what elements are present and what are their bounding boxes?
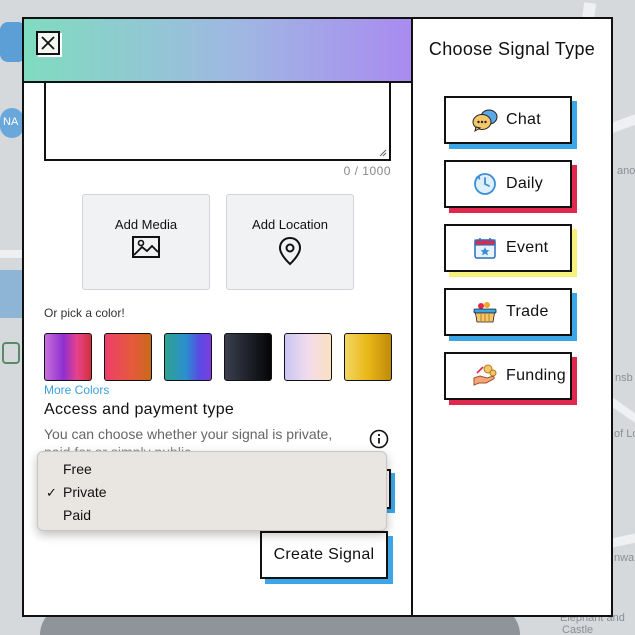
map-label: nwa: [614, 552, 635, 564]
signal-type-label: Event: [506, 239, 549, 256]
color-swatch-purple-red[interactable]: [44, 333, 92, 381]
dropdown-option-paid[interactable]: Paid: [38, 504, 386, 527]
signal-type-trade-button[interactable]: Trade: [444, 288, 572, 336]
signal-form-pane: It's nice to make new friends :) 0 / 100…: [24, 19, 413, 615]
pick-color-label: Or pick a color!: [44, 306, 125, 320]
dropdown-option-free[interactable]: Free: [38, 458, 386, 481]
create-signal-button[interactable]: Create Signal: [260, 531, 388, 579]
modal-header-gradient: [24, 19, 411, 83]
dropdown-option-label: Private: [63, 484, 107, 500]
color-swatch-pink-orange[interactable]: [104, 333, 152, 381]
map-label: nsb: [615, 372, 633, 384]
signal-type-chat-button[interactable]: Chat: [444, 96, 572, 144]
color-swatch-pastel[interactable]: [284, 333, 332, 381]
clock-refresh-icon: [472, 171, 498, 197]
access-payment-title: Access and payment type: [44, 401, 235, 418]
signal-type-daily-button[interactable]: Daily: [444, 160, 572, 208]
close-icon: [41, 36, 55, 50]
message-textarea-wrapper: It's nice to make new friends :): [44, 61, 391, 161]
signal-type-label: Daily: [506, 175, 544, 192]
hand-coins-icon: [472, 363, 498, 389]
color-swatch-dark[interactable]: [224, 333, 272, 381]
dropdown-option-label: Paid: [63, 507, 92, 523]
add-media-label: Add Media: [114, 217, 178, 232]
character-counter: 0 / 1000: [343, 164, 391, 178]
map-label: ano: [617, 165, 635, 177]
color-swatch-teal-violet[interactable]: [164, 333, 212, 381]
resize-handle-icon[interactable]: [379, 149, 387, 157]
add-location-button[interactable]: Add Location: [226, 194, 354, 290]
signal-type-title: Choose Signal Type: [428, 39, 596, 59]
location-pin-icon: [278, 236, 302, 266]
image-icon: [132, 236, 160, 258]
close-button[interactable]: [36, 31, 60, 55]
signal-type-label: Funding: [506, 367, 566, 384]
map-marker-icon: [2, 342, 20, 364]
signal-type-pane: Choose Signal Type Chat Daily Event Trad…: [413, 19, 611, 615]
dropdown-option-private[interactable]: ✓ Private: [38, 481, 386, 504]
basket-icon: [472, 299, 498, 325]
checkmark-icon: ✓: [46, 485, 57, 500]
map-label: Castle: [562, 624, 594, 635]
more-colors-link[interactable]: More Colors: [44, 383, 109, 397]
signal-type-event-button[interactable]: Event: [444, 224, 572, 272]
create-signal-modal: It's nice to make new friends :) 0 / 100…: [22, 17, 613, 617]
map-road: [0, 250, 22, 258]
dropdown-option-label: Free: [63, 461, 92, 477]
calendar-star-icon: [472, 235, 498, 261]
access-type-dropdown: Free ✓ Private Paid: [37, 451, 387, 531]
info-icon[interactable]: [369, 429, 389, 449]
chat-bubbles-icon: [472, 107, 498, 133]
color-swatch-gold[interactable]: [344, 333, 392, 381]
signal-type-funding-button[interactable]: Funding: [444, 352, 572, 400]
add-media-button[interactable]: Add Media: [82, 194, 210, 290]
add-location-label: Add Location: [252, 217, 328, 232]
map-label: of Lo: [614, 428, 635, 440]
map-avatar[interactable]: NA: [0, 108, 24, 138]
signal-type-label: Trade: [506, 303, 549, 320]
signal-type-label: Chat: [506, 111, 541, 128]
access-payment-description: You can choose whether your signal is pr…: [44, 426, 333, 442]
